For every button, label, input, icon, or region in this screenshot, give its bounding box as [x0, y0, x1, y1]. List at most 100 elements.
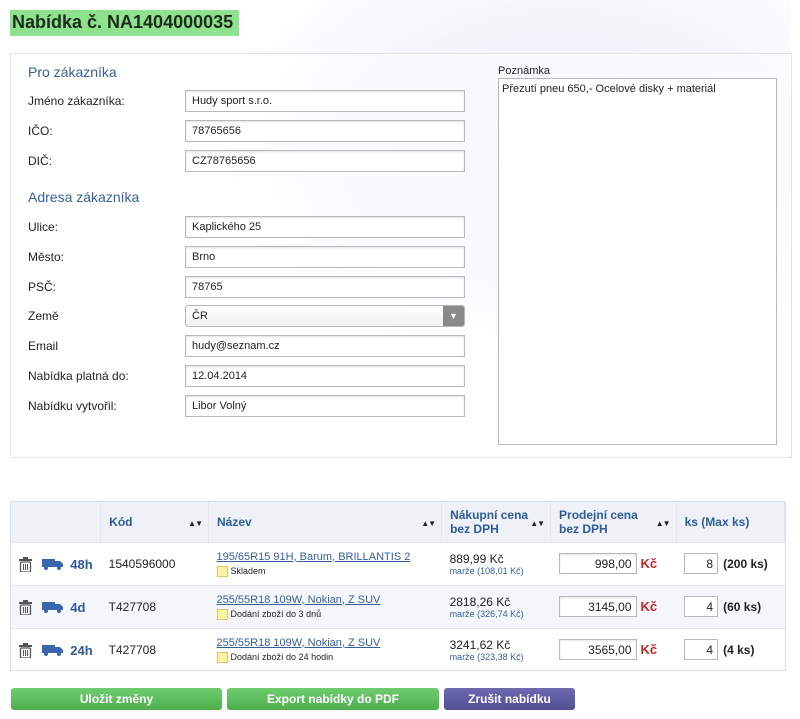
currency-label: Kč — [640, 556, 658, 571]
header-name[interactable]: Název ▲▼ — [208, 502, 443, 542]
max-qty: (60 ks) — [723, 599, 762, 614]
ico-field[interactable]: 78765656 — [185, 120, 465, 142]
header-qty: ks (Max ks) — [676, 502, 786, 542]
author-label: Nabídku vytvořil: — [28, 399, 117, 413]
margin: marže (108,01 Kč) — [449, 565, 524, 576]
item-name-cell: 255/55R18 109W, Nokian, Z SUV Dodání zbo… — [209, 628, 442, 671]
delivery-truck-icon — [41, 602, 63, 614]
margin: marže (323,38 Kč) — [449, 651, 524, 662]
header-code[interactable]: Kód ▲▼ — [100, 502, 210, 542]
item-code: T427708 — [108, 642, 157, 657]
street-label: Ulice: — [28, 220, 59, 234]
save-button[interactable]: Uložit změny — [11, 688, 222, 710]
item-name-cell: 255/55R18 109W, Nokian, Z SUV Dodání zbo… — [209, 585, 442, 628]
valid-until-label: Nabídka platná do: — [28, 369, 129, 383]
buy-price-cell: 3241,62 Kč marže (323,38 Kč) — [442, 628, 551, 671]
note-icon — [216, 651, 228, 663]
header-sell-price[interactable]: Prodejní cena bez DPH ▲▼ — [550, 502, 677, 542]
customer-name-label: Jméno zákazníka: — [28, 94, 125, 108]
availability-text: Skladem — [230, 566, 266, 576]
table-row: 48h 1540596000 195/65R15 91H, Barum, BRI… — [11, 542, 785, 585]
dic-label: DIČ: — [28, 154, 52, 168]
buy-price: 3241,62 Kč — [449, 637, 511, 652]
country-label: Země — [28, 309, 59, 323]
table-header-row: Kód ▲▼ Název ▲▼ Nákupní cena bez DPH ▲▼ … — [11, 502, 786, 542]
sell-price-cell: 998,00 Kč — [551, 542, 677, 585]
trash-icon[interactable] — [19, 642, 32, 658]
header-sell-price-line2: bez DPH — [559, 521, 608, 536]
item-name-link[interactable]: 255/55R18 109W, Nokian, Z SUV — [217, 594, 434, 606]
qty-input[interactable]: 4 — [684, 639, 719, 661]
delivery-truck-icon — [41, 645, 63, 657]
country-select[interactable]: ČR ▼ — [185, 305, 465, 327]
ico-label: IČO: — [28, 124, 53, 138]
header-code-label: Kód — [109, 514, 133, 529]
buy-price: 2818,26 Kč — [449, 594, 511, 609]
item-code: T427708 — [108, 599, 157, 614]
qty-cell: 4 (4 ks) — [676, 628, 784, 671]
delivery-truck-icon — [41, 559, 63, 571]
qty-input[interactable]: 4 — [684, 596, 719, 617]
city-field[interactable]: Brno — [185, 246, 465, 268]
note-textarea[interactable]: Přezutí pneu 650,- Ocelové disky + mater… — [498, 78, 777, 445]
sort-icon[interactable]: ▲▼ — [421, 517, 436, 531]
sort-icon[interactable]: ▲▼ — [656, 517, 671, 531]
currency-label: Kč — [640, 642, 658, 658]
trash-icon[interactable] — [19, 556, 32, 572]
item-name-cell: 195/65R15 91H, Barum, BRILLANTIS 2 Sklad… — [209, 542, 442, 585]
sell-price-input[interactable]: 998,00 — [558, 553, 637, 574]
header-buy-price[interactable]: Nákupní cena bez DPH ▲▼ — [441, 502, 552, 542]
header-buy-price-line1: Nákupní cena — [450, 507, 529, 522]
city-label: Město: — [28, 250, 65, 264]
item-name-link[interactable]: 195/65R15 91H, Barum, BRILLANTIS 2 — [217, 551, 434, 563]
item-code: 1540596000 — [108, 556, 176, 571]
max-qty: (4 ks) — [723, 642, 755, 657]
currency-label: Kč — [640, 599, 658, 614]
address-section-heading: Adresa zákazníka — [28, 189, 140, 205]
header-buy-price-line2: bez DPH — [450, 521, 499, 536]
email-field[interactable]: hudy@seznam.cz — [185, 335, 465, 357]
header-actions — [11, 502, 102, 542]
customer-section-heading: Pro zákazníka — [28, 64, 117, 80]
zip-field[interactable]: 78765 — [185, 276, 465, 298]
max-qty: (200 ks) — [723, 556, 768, 571]
row-actions: 24h — [11, 628, 101, 671]
author-field[interactable]: Libor Volný — [185, 395, 465, 417]
street-field[interactable]: Kaplického 25 — [185, 216, 465, 238]
country-selected-value: ČR — [192, 310, 208, 322]
availability: Skladem — [216, 565, 434, 577]
sort-icon[interactable]: ▲▼ — [530, 517, 545, 531]
chevron-down-icon[interactable]: ▼ — [443, 306, 464, 326]
item-name-link[interactable]: 255/55R18 109W, Nokian, Z SUV — [217, 637, 434, 649]
row-actions: 4d — [11, 585, 101, 628]
note-icon — [216, 608, 228, 620]
offer-form-panel: Pro zákazníka Jméno zákazníka: Hudy spor… — [10, 53, 792, 458]
availability: Dodání zboží do 3 dnů — [216, 608, 434, 620]
buy-price-cell: 889,99 Kč marže (108,01 Kč) — [442, 542, 551, 585]
valid-until-field[interactable]: 12.04.2014 — [185, 365, 465, 387]
sell-price-cell: 3145,00 Kč — [551, 585, 677, 628]
sell-price-input[interactable]: 3565,00 — [558, 639, 637, 661]
page-title: Nabídka č. NA1404000035 — [10, 10, 240, 36]
availability: Dodání zboží do 24 hodin — [216, 651, 434, 663]
qty-input[interactable]: 8 — [684, 553, 719, 574]
export-pdf-button[interactable]: Export nabídky do PDF — [227, 688, 439, 710]
buy-price: 889,99 Kč — [449, 551, 504, 566]
zip-label: PSČ: — [28, 280, 57, 294]
customer-name-field[interactable]: Hudy sport s.r.o. — [185, 90, 465, 112]
margin: marže (326,74 Kč) — [449, 608, 524, 619]
qty-cell: 4 (60 ks) — [676, 585, 784, 628]
sell-price-cell: 3565,00 Kč — [551, 628, 677, 671]
row-actions: 48h — [11, 542, 101, 585]
trash-icon[interactable] — [19, 599, 32, 615]
header-sell-price-line1: Prodejní cena — [559, 507, 638, 522]
cancel-offer-button[interactable]: Zrušit nabídku — [444, 688, 575, 710]
header-name-label: Název — [217, 514, 252, 529]
dic-field[interactable]: CZ78765656 — [185, 150, 465, 172]
sell-price-input[interactable]: 3145,00 — [558, 596, 637, 617]
buy-price-cell: 2818,26 Kč marže (326,74 Kč) — [442, 585, 551, 628]
sort-icon[interactable]: ▲▼ — [188, 517, 203, 531]
availability-text: Dodání zboží do 24 hodin — [230, 652, 334, 663]
table-row: 24h T427708 255/55R18 109W, Nokian, Z SU… — [11, 628, 785, 671]
email-label: Email — [28, 339, 59, 353]
